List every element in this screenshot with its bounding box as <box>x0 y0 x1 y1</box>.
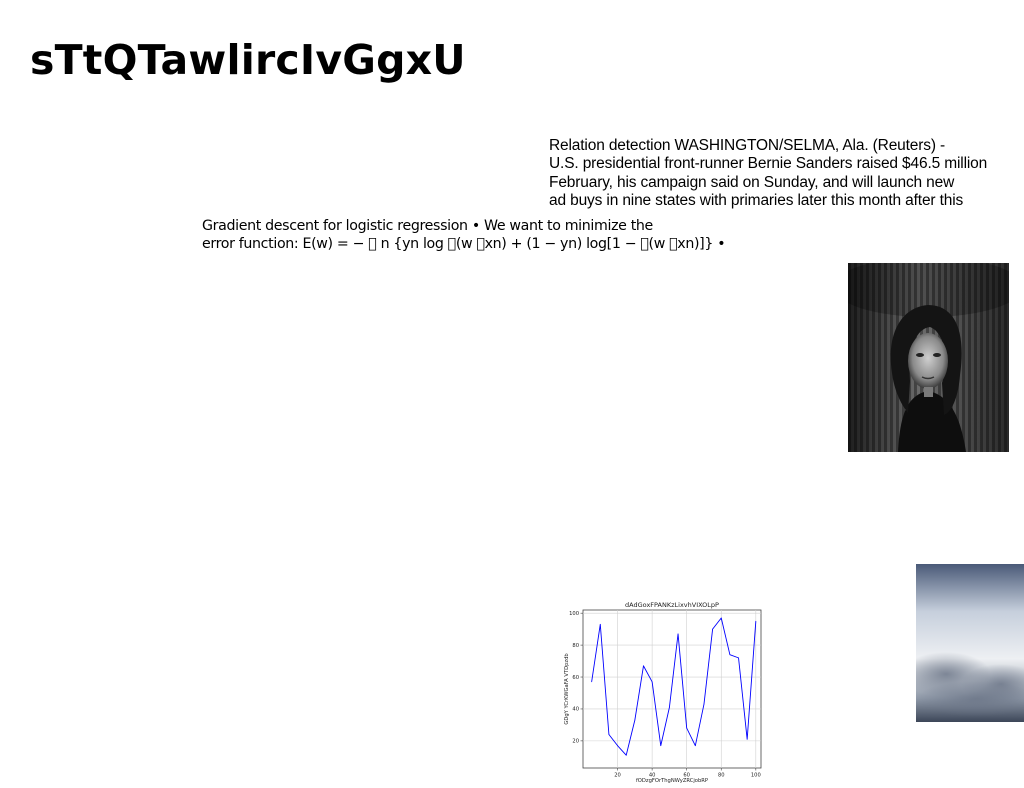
data-point <box>660 745 662 747</box>
data-point <box>591 681 592 683</box>
y-tick-label: 20 <box>572 739 579 745</box>
data-point <box>625 754 627 756</box>
data-point <box>634 719 636 721</box>
data-point <box>677 633 679 635</box>
news-text-block: Relation detection WASHINGTON/SELMA, Ala… <box>549 137 1024 210</box>
line-chart: 20 40 60 80 10020406080100 dAdGoxFPANKzLixvh… <box>564 601 762 784</box>
news-line: February, his campaign said on Sunday, a… <box>549 173 955 191</box>
data-point <box>651 681 653 683</box>
y-tick-label: 60 <box>572 675 579 681</box>
data-point <box>643 665 644 667</box>
data-point <box>720 617 722 619</box>
data-point <box>738 657 739 659</box>
chart-xlabel: fODzgFOrThgNWyZRCjobRP <box>636 778 708 784</box>
data-point <box>669 707 670 708</box>
y-tick-label: 100 <box>569 611 579 617</box>
y-tick-label: 80 <box>572 643 579 649</box>
gradient-line: error function: E(w) = −   n {yn log  (w… <box>202 236 726 253</box>
news-line: Relation detection WASHINGTON/SELMA, Ala… <box>549 137 946 154</box>
data-point <box>712 628 713 630</box>
data-point <box>729 654 731 656</box>
sky-photo <box>916 564 1024 722</box>
data-point <box>608 734 610 735</box>
data-point <box>694 745 696 747</box>
x-tick-label: 100 <box>751 773 761 779</box>
x-tick-label: 20 <box>614 773 621 779</box>
portrait-photo <box>848 263 1009 452</box>
data-point <box>746 738 748 740</box>
news-line: ad buys in nine states with primaries la… <box>549 191 964 209</box>
data-point <box>617 745 618 747</box>
data-point <box>703 703 705 705</box>
data-point <box>755 620 757 622</box>
chart-ylabel: GDgY YCrKWGaFA VTDpzdb <box>564 653 570 725</box>
gradient-text-block: Gradient descent for logistic regression… <box>202 217 726 254</box>
x-tick-label: 80 <box>718 773 725 779</box>
chart-title: dAdGoxFPANKzLixvhVIXOLpP <box>625 601 719 609</box>
gradient-line: Gradient descent for logistic regression… <box>202 218 653 234</box>
news-line: U.S. presidential front-runner Bernie Sa… <box>549 155 988 173</box>
data-point <box>686 727 688 729</box>
page-title: sTtQTawlircIvGgxU <box>30 36 466 84</box>
y-tick-label: 40 <box>572 707 579 713</box>
data-point <box>599 624 601 625</box>
